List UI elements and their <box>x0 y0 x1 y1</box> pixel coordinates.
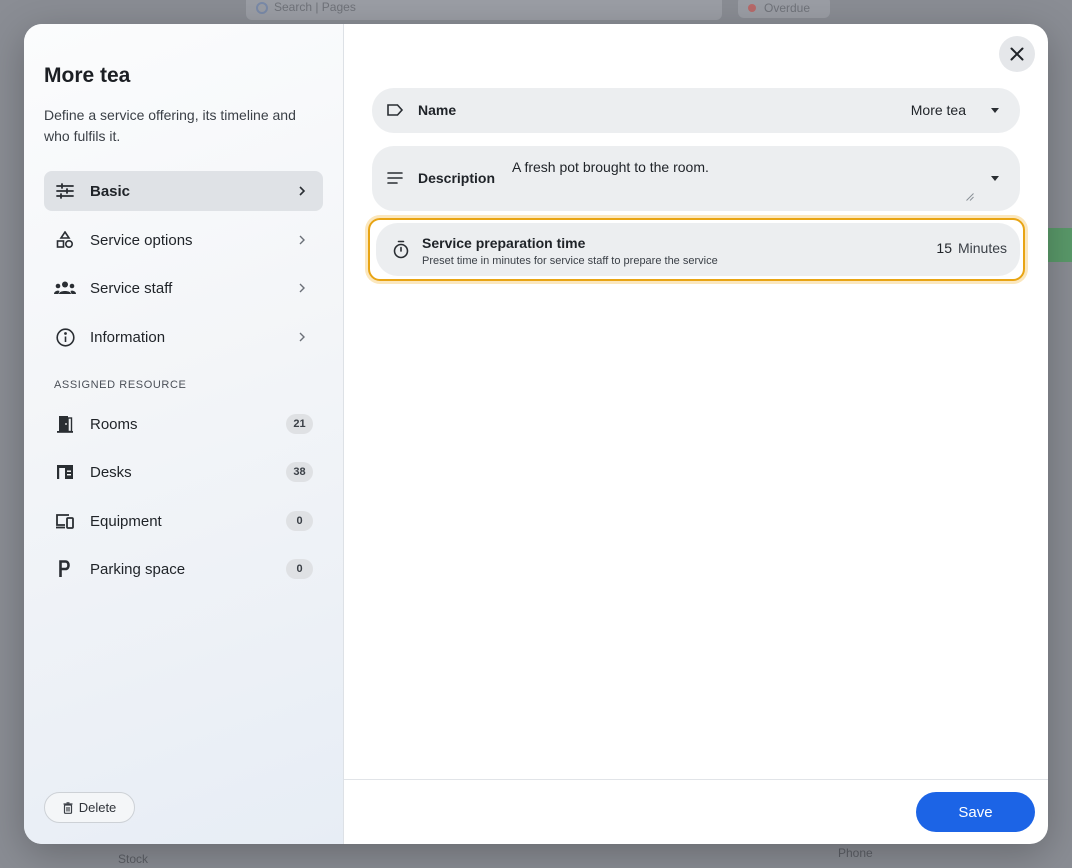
chevron-down-icon[interactable] <box>991 176 999 181</box>
sliders-icon <box>54 180 76 202</box>
devices-icon <box>54 510 76 532</box>
page-description: Define a service offering, its timeline … <box>44 107 296 144</box>
parking-icon <box>54 558 76 580</box>
nav-item-service-staff[interactable]: Service staff <box>44 268 323 308</box>
chevron-down-icon[interactable] <box>991 108 999 113</box>
door-icon <box>54 413 76 435</box>
page-title: More tea <box>44 64 131 87</box>
shapes-icon <box>54 229 76 251</box>
name-field[interactable]: Name More tea <box>372 88 1020 133</box>
description-field-label: Description <box>418 170 496 186</box>
close-icon <box>1010 47 1024 61</box>
count-badge: 38 <box>286 462 313 482</box>
background-green-button <box>1048 228 1072 262</box>
nav-item-basic[interactable]: Basic <box>44 171 323 211</box>
desk-icon <box>54 461 76 483</box>
info-icon <box>54 326 76 348</box>
prep-time-highlight: Service preparation time Preset time in … <box>368 218 1025 281</box>
background-footer-right: Phone <box>838 846 873 860</box>
resource-item-equipment[interactable]: Equipment 0 <box>44 501 323 541</box>
resource-label-rooms: Rooms <box>90 415 138 433</box>
delete-button[interactable]: Delete <box>44 792 135 823</box>
text-lines-icon <box>387 172 403 184</box>
dialog-sidebar: More tea Define a service offering, its … <box>24 24 344 844</box>
prep-time-label: Service preparation time <box>422 235 586 251</box>
chevron-right-icon <box>299 332 305 342</box>
delete-button-label: Delete <box>78 800 117 815</box>
prep-time-unit: Minutes <box>957 240 1007 256</box>
people-icon <box>54 277 76 299</box>
resize-grip-icon[interactable] <box>966 193 974 201</box>
chevron-right-icon <box>299 235 305 245</box>
background-pill-label: Overdue <box>764 1 811 15</box>
resource-label-parking-space: Parking space <box>90 560 186 578</box>
description-field-value[interactable]: A fresh pot brought to the room. <box>512 159 709 175</box>
section-label-assigned-resource: ASSIGNED RESOURCE <box>54 379 187 391</box>
nav-label-service-staff: Service staff <box>90 279 173 297</box>
trash-icon <box>63 801 73 814</box>
background-footer-left: Stock <box>118 852 149 866</box>
prep-time-value[interactable]: 15 <box>936 240 952 256</box>
resource-label-equipment: Equipment <box>90 512 162 530</box>
close-button[interactable] <box>999 36 1035 72</box>
description-field[interactable]: Description A fresh pot brought to the r… <box>372 146 1020 211</box>
nav-label-service-options: Service options <box>90 231 193 249</box>
nav-item-service-options[interactable]: Service options <box>44 220 323 260</box>
resource-item-rooms[interactable]: Rooms 21 <box>44 404 323 444</box>
dialog-footer-divider <box>344 779 1048 780</box>
status-dot-icon <box>748 4 756 12</box>
service-dialog: More tea Define a service offering, its … <box>24 24 1048 844</box>
stopwatch-icon <box>393 240 409 259</box>
name-field-value[interactable]: More tea <box>911 102 966 118</box>
search-icon <box>256 2 268 14</box>
prep-time-field[interactable]: Service preparation time Preset time in … <box>376 223 1020 276</box>
count-badge: 0 <box>286 511 313 531</box>
resource-label-desks: Desks <box>90 463 132 481</box>
nav-label-basic: Basic <box>90 182 131 200</box>
resource-item-desks[interactable]: Desks 38 <box>44 452 323 492</box>
nav-label-information: Information <box>90 328 166 346</box>
save-button[interactable]: Save <box>916 792 1035 832</box>
count-badge: 21 <box>286 414 313 434</box>
resource-item-parking-space[interactable]: Parking space 0 <box>44 549 323 589</box>
count-badge: 0 <box>286 559 313 579</box>
chevron-right-icon <box>299 186 306 196</box>
name-field-label: Name <box>418 102 457 118</box>
nav-item-information[interactable]: Information <box>44 317 323 357</box>
background-search-placeholder: Search | Pages <box>274 0 356 14</box>
chevron-right-icon <box>299 283 305 293</box>
tag-icon <box>387 104 404 116</box>
prep-time-description: Preset time in minutes for service staff… <box>422 255 718 267</box>
